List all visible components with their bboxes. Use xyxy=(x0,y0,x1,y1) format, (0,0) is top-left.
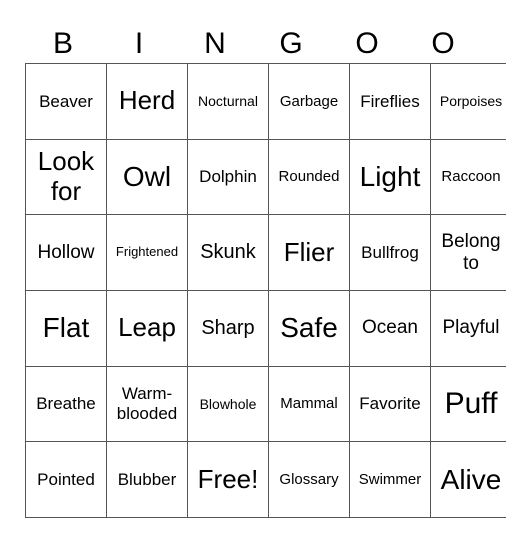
card-cell[interactable]: Pointed xyxy=(25,441,107,518)
card-cell[interactable]: Garbage xyxy=(268,63,350,140)
free-space-cell[interactable]: Free! xyxy=(187,441,269,518)
card-row: Beaver Herd Nocturnal Garbage Fireflies … xyxy=(25,63,506,140)
card-cell[interactable]: Fireflies xyxy=(349,63,431,140)
header-letter-o2: O xyxy=(431,27,455,60)
card-row: Look for Owl Dolphin Rounded Light Racco… xyxy=(25,138,506,216)
card-cell[interactable]: Swimmer xyxy=(349,441,431,518)
card-cell[interactable]: Blowhole xyxy=(187,365,269,443)
card-cell[interactable]: Puff xyxy=(430,365,506,443)
card-row: Pointed Blubber Free! Glossary Swimmer A… xyxy=(25,441,506,518)
card-cell[interactable]: Frightened xyxy=(106,214,188,291)
card-cell[interactable]: Warm-blooded xyxy=(106,365,188,443)
card-cell[interactable]: Dolphin xyxy=(187,138,269,216)
card-row: Flat Leap Sharp Safe Ocean Playful xyxy=(25,289,506,367)
bingo-card: Beaver Herd Nocturnal Garbage Fireflies … xyxy=(25,63,506,518)
card-cell[interactable]: Flat xyxy=(25,289,107,367)
card-cell[interactable]: Breathe xyxy=(25,365,107,443)
header-letter-i: I xyxy=(134,27,144,60)
card-cell[interactable]: Ocean xyxy=(349,289,431,367)
card-cell[interactable]: Bullfrog xyxy=(349,214,431,291)
card-cell[interactable]: Skunk xyxy=(187,214,269,291)
card-cell[interactable]: Belong to xyxy=(430,214,506,291)
card-cell[interactable]: Sharp xyxy=(187,289,269,367)
header-letter-g: G xyxy=(279,27,303,60)
card-cell[interactable]: Raccoon xyxy=(430,138,506,216)
card-cell[interactable]: Owl xyxy=(106,138,188,216)
header-letter-b: B xyxy=(52,27,73,60)
card-cell[interactable]: Safe xyxy=(268,289,350,367)
card-cell[interactable]: Leap xyxy=(106,289,188,367)
card-cell[interactable]: Beaver xyxy=(25,63,107,140)
card-cell[interactable]: Mammal xyxy=(268,365,350,443)
header-letter-n: N xyxy=(204,27,226,60)
card-cell[interactable]: Alive xyxy=(430,441,506,518)
card-cell[interactable]: Porpoises xyxy=(430,63,506,140)
card-cell[interactable]: Blubber xyxy=(106,441,188,518)
card-cell[interactable]: Look for xyxy=(25,138,107,216)
card-row: Hollow Frightened Skunk Flier Bullfrog B… xyxy=(25,214,506,291)
header-letter-o: O xyxy=(355,27,379,60)
card-cell[interactable]: Nocturnal xyxy=(187,63,269,140)
card-cell[interactable]: Light xyxy=(349,138,431,216)
card-cell[interactable]: Flier xyxy=(268,214,350,291)
card-row: Breathe Warm-blooded Blowhole Mammal Fav… xyxy=(25,365,506,443)
card-cell[interactable]: Herd xyxy=(106,63,188,140)
card-cell[interactable]: Glossary xyxy=(268,441,350,518)
card-cell[interactable]: Rounded xyxy=(268,138,350,216)
card-cell[interactable]: Favorite xyxy=(349,365,431,443)
card-cell[interactable]: Hollow xyxy=(25,214,107,291)
bingo-header: B I N G O O xyxy=(25,24,481,64)
card-cell[interactable]: Playful xyxy=(430,289,506,367)
